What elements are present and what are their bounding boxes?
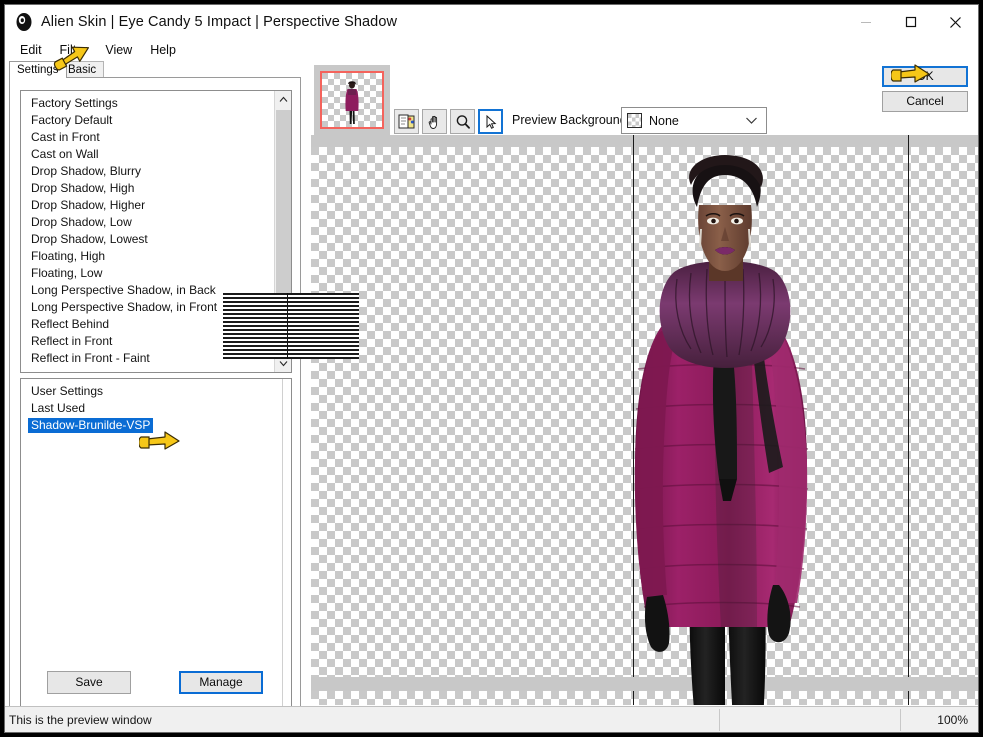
ok-button[interactable]: OK (882, 66, 968, 87)
list-item[interactable]: Factory Default (21, 112, 274, 129)
list-item[interactable]: Floating, High (21, 248, 274, 265)
save-button[interactable]: Save (47, 671, 131, 694)
user-setting-selected-label: Shadow-Brunilde-VSP (28, 418, 154, 433)
preview-background-select[interactable]: None (621, 107, 767, 134)
settings-panel: Factory Settings Factory Default Cast in… (9, 77, 301, 732)
close-button[interactable] (933, 5, 978, 39)
preview-compare-button[interactable] (394, 109, 419, 134)
list-item[interactable]: User Settings (21, 383, 282, 400)
list-item[interactable]: Drop Shadow, Higher (21, 197, 274, 214)
preview-top-band (311, 135, 978, 147)
window-title: Alien Skin | Eye Candy 5 Impact | Perspe… (41, 14, 398, 30)
status-separator-2 (900, 709, 901, 731)
close-icon (950, 16, 961, 28)
list-item[interactable]: Cast in Front (21, 129, 274, 146)
scrollbar-thumb[interactable] (276, 110, 291, 320)
list-item[interactable]: Last Used (21, 400, 282, 417)
list-item[interactable]: Factory Settings (21, 95, 274, 112)
window-controls (843, 5, 978, 39)
list-item[interactable]: Drop Shadow, Lowest (21, 231, 274, 248)
list-item[interactable]: Cast on Wall (21, 146, 274, 163)
preview-panel: Preview Background: None OK Cancel (305, 61, 978, 705)
tab-settings[interactable]: Settings (9, 61, 67, 78)
magnifier-zoom-icon (456, 114, 470, 129)
settings-button-row: Save Manage (10, 671, 300, 694)
list-item[interactable]: Drop Shadow, Blurry (21, 163, 274, 180)
preview-model-image (634, 155, 809, 705)
preview-canvas[interactable] (311, 135, 978, 705)
preview-background-label: Preview Background: (512, 113, 631, 127)
list-item[interactable]: Drop Shadow, Low (21, 214, 274, 231)
scroll-up-button[interactable] (275, 91, 291, 108)
tool-buttons (394, 109, 503, 134)
tab-basic[interactable]: Basic (60, 61, 105, 78)
maximize-icon (905, 16, 916, 28)
preview-background-value: None (649, 113, 679, 128)
alien-skin-logo-icon (13, 11, 35, 33)
hand-pan-icon (428, 115, 437, 129)
menu-item-filter[interactable]: Filter (51, 42, 97, 58)
menu-item-help[interactable]: Help (141, 42, 185, 58)
magnifier-zoom-button[interactable] (450, 109, 475, 134)
menu-bar: Edit Filter View Help (5, 39, 978, 60)
navigator-thumbnail[interactable] (314, 65, 390, 135)
zoom-level: 100% (937, 712, 968, 727)
status-bar: This is the preview window 100% (5, 706, 978, 732)
thumbnail-figure (345, 81, 359, 124)
title-bar: Alien Skin | Eye Candy 5 Impact | Perspe… (5, 5, 978, 39)
minimize-icon (860, 22, 871, 23)
chevron-up-icon (279, 96, 288, 102)
minimize-button[interactable] (843, 5, 888, 39)
navigator-viewport-marquee[interactable] (320, 71, 384, 129)
status-separator-1 (719, 709, 720, 731)
tab-strip: Settings Basic (9, 61, 301, 78)
hand-pan-button[interactable] (422, 109, 447, 134)
manage-button[interactable]: Manage (179, 671, 263, 694)
chevron-down-icon (745, 114, 758, 128)
checkerboard-swatch-icon (627, 113, 642, 128)
menu-item-edit[interactable]: Edit (11, 42, 51, 58)
arrow-pointer-icon (486, 114, 496, 129)
chevron-down-icon (279, 361, 288, 367)
status-message: This is the preview window (9, 712, 152, 727)
preview-guide-right (908, 135, 909, 705)
arrow-pointer-button[interactable] (478, 109, 503, 134)
watermark-divider (287, 293, 288, 359)
maximize-button[interactable] (888, 5, 933, 39)
cancel-button[interactable]: Cancel (882, 91, 968, 112)
list-item[interactable]: Floating, Low (21, 265, 274, 282)
watermark-stripes (223, 293, 359, 359)
list-item[interactable]: Drop Shadow, High (21, 180, 274, 197)
watermark-overlay: claudia creative art (223, 293, 359, 359)
preview-compare-icon (398, 114, 414, 128)
menu-item-view[interactable]: View (96, 42, 141, 58)
application-window: Alien Skin | Eye Candy 5 Impact | Perspe… (4, 4, 979, 733)
list-item-selected[interactable]: Shadow-Brunilde-VSP (21, 417, 282, 434)
preview-toolbar: Preview Background: None OK Cancel (305, 61, 978, 135)
